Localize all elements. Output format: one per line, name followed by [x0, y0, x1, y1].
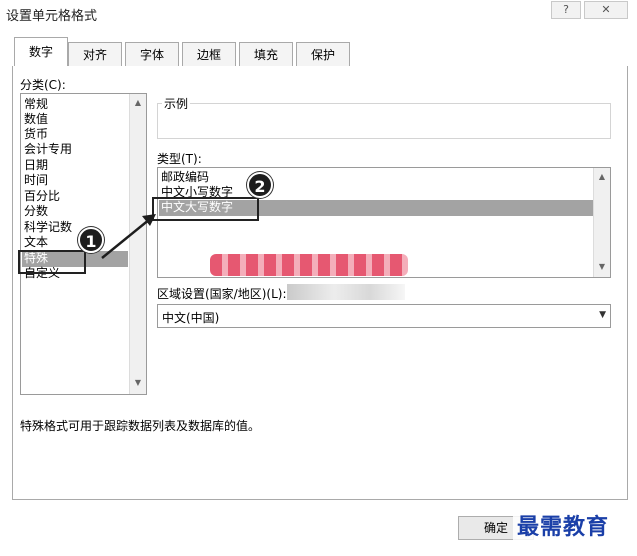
callout-badge-2: 2 [247, 172, 273, 198]
callout-arrow [101, 214, 156, 259]
watermark: 最需教育 [513, 509, 614, 541]
callout-badge-1: 1 [78, 227, 104, 253]
watermark-text: 最需教育 [517, 514, 610, 540]
ok-button-label: 确定 [483, 521, 508, 535]
